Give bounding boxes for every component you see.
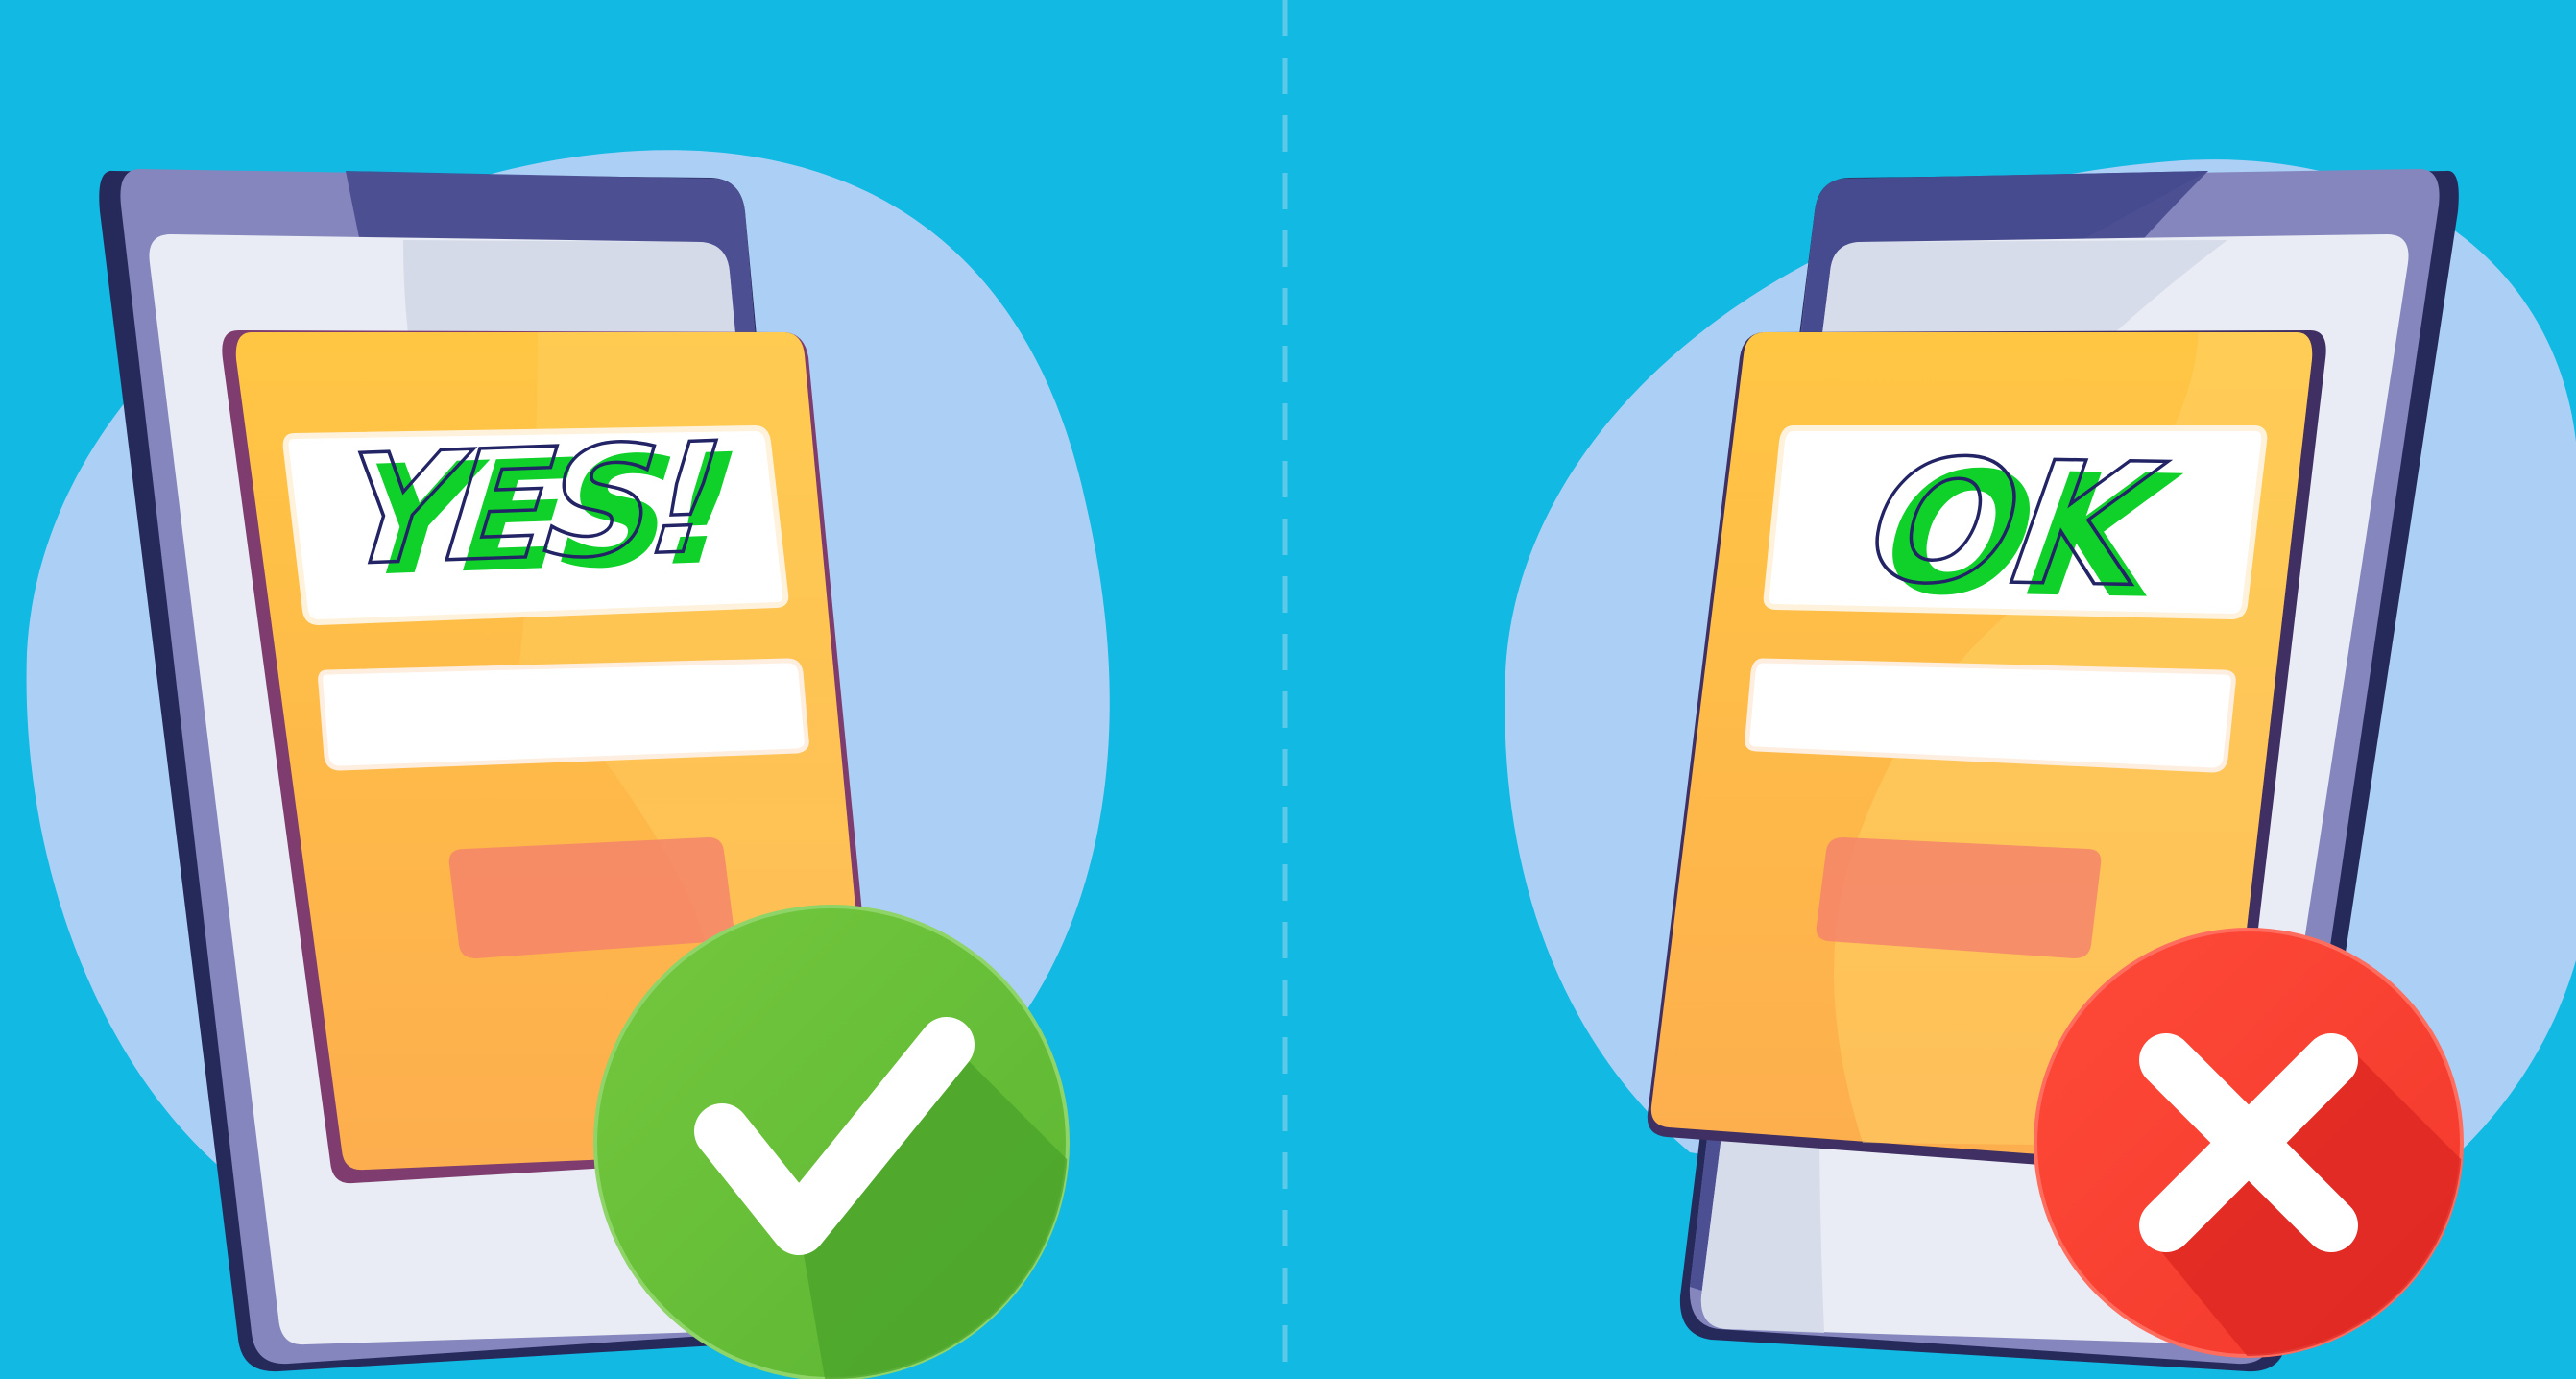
left-submit-button	[448, 837, 734, 958]
right-stamp-word: OK OK	[1856, 422, 2189, 637]
yes-stamp-outline: YES!	[335, 411, 724, 599]
right-panel: OK OK	[1505, 159, 2576, 1372]
comparison-illustration: YES! YES! OK OK	[26, 0, 2576, 1379]
left-panel: YES! YES!	[26, 150, 1110, 1379]
ok-stamp-outline: OK	[1858, 423, 2174, 624]
right-submit-button	[1816, 837, 2102, 958]
right-input-field	[1745, 658, 2236, 773]
left-stamp-word: YES! YES!	[333, 409, 740, 611]
left-input-field	[318, 658, 809, 771]
